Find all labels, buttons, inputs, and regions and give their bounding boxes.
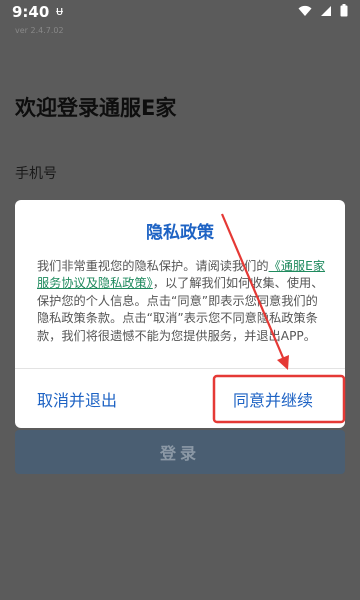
status-icons [298, 4, 348, 17]
version-text: ver 2.4.7.02 [15, 26, 64, 35]
battery-icon [340, 4, 348, 17]
notification-icon: ᵾ [56, 4, 64, 19]
cancel-exit-button[interactable]: 取消并退出 [37, 387, 117, 411]
dialog-divider [15, 368, 345, 369]
dialog-title: 隐私政策 [146, 223, 214, 243]
status-bar: 9:40 ᵾ [0, 0, 360, 26]
page-title: 欢迎登录通服E家 [15, 96, 177, 120]
status-time: 9:40 [12, 3, 50, 21]
phone-label: 手机号 [15, 166, 57, 182]
signal-icon [321, 5, 331, 16]
wifi-icon [298, 5, 312, 16]
body-text-intro: 我们非常重视您的隐私保护。请阅读我们的 [37, 259, 269, 273]
privacy-dialog: 隐私政策 我们非常重视您的隐私保护。请阅读我们的《通服E家服务协议及隐私政策》，… [15, 200, 345, 428]
agree-continue-button[interactable]: 同意并继续 [233, 387, 313, 411]
dialog-body: 我们非常重视您的隐私保护。请阅读我们的《通服E家服务协议及隐私政策》，以了解我们… [37, 258, 327, 345]
login-button[interactable]: 登录 [15, 430, 345, 474]
